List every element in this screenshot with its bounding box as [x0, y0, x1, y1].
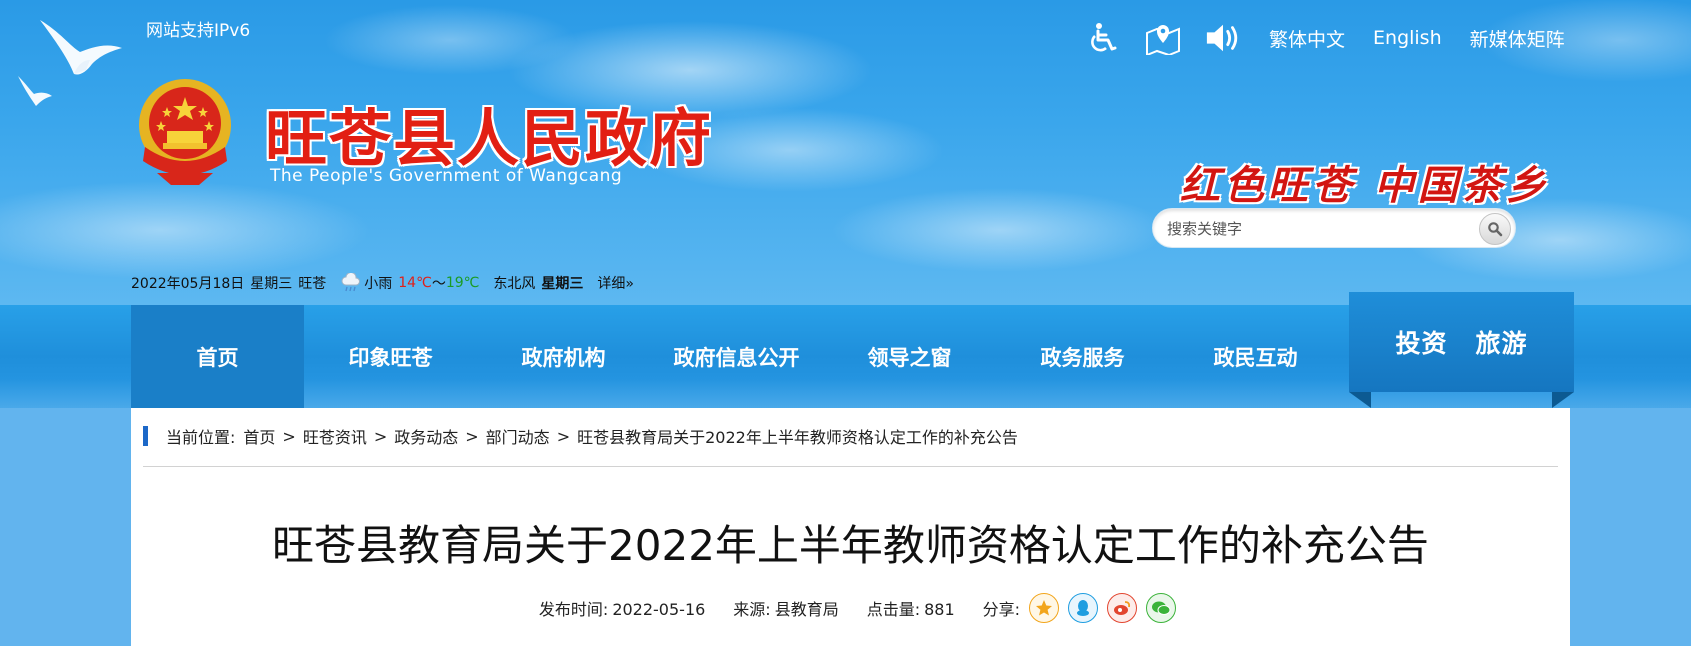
new-media-matrix-link[interactable]: 新媒体矩阵 [1470, 25, 1565, 52]
temp-range-sep: ～ [431, 276, 446, 292]
tourism-link[interactable]: 旅游 [1476, 324, 1528, 360]
publish-label: 发布时间: [538, 600, 609, 619]
search-icon [1488, 222, 1503, 237]
breadcrumb-home[interactable]: 首页 [243, 424, 275, 448]
breadcrumb: 当前位置: 首页 > 旺苍资讯 > 政务动态 > 部门动态 > 旺苍县教育局关于… [143, 425, 1018, 447]
national-emblem-logo [139, 79, 231, 185]
weibo-icon[interactable] [1107, 593, 1138, 623]
dove-image [40, 20, 122, 75]
date-text: 2022年05月18日 [131, 276, 245, 292]
breadcrumb-marker [143, 426, 148, 446]
search-input[interactable] [1167, 215, 1467, 243]
divider [143, 466, 1558, 467]
nav-item-info-disclosure[interactable]: 政府信息公开 [650, 305, 823, 408]
wind-text: 东北风 [493, 276, 536, 292]
breadcrumb-current[interactable]: 旺苍县教育局关于2022年上半年教师资格认定工作的补充公告 [577, 424, 1018, 448]
breadcrumb-news[interactable]: 旺苍资讯 [303, 424, 367, 448]
speaker-icon[interactable] [1205, 20, 1241, 56]
ribbon-fold-left [1349, 392, 1371, 408]
breadcrumb-separator: > [556, 426, 571, 446]
content-panel: 当前位置: 首页 > 旺苍资讯 > 政务动态 > 部门动态 > 旺苍县教育局关于… [131, 408, 1570, 646]
nav-item-home[interactable]: 首页 [131, 305, 304, 408]
weekday-text: 星期三 [250, 276, 293, 292]
weather-bar: 2022年05月18日 星期三 旺苍 小雨 14℃ ～ 19℃ 东北风 星期三 … [131, 273, 640, 293]
article-meta: 发布时间: 2022-05-16 来源: 县教育局 点击量: 881 分享: [131, 593, 1570, 623]
article-title: 旺苍县教育局关于2022年上半年教师资格认定工作的补充公告 [272, 521, 1429, 570]
qq-icon[interactable] [1068, 593, 1099, 623]
nav-item-impression[interactable]: 印象旺苍 [304, 305, 477, 408]
traditional-chinese-link[interactable]: 繁体中文 [1269, 25, 1345, 52]
qzone-star-icon[interactable] [1029, 593, 1060, 623]
nav-item-interaction[interactable]: 政民互动 [1169, 305, 1342, 408]
top-links: 繁体中文 English 新媒体矩阵 [1085, 18, 1589, 58]
publish-date: 2022-05-16 [612, 600, 706, 619]
source-label: 来源: [733, 600, 771, 619]
nav-item-services[interactable]: 政务服务 [996, 305, 1169, 408]
main-nav: 首页 印象旺苍 政府机构 政府信息公开 领导之窗 政务服务 政民互动 [131, 305, 1342, 408]
ipv6-notice: 网站支持IPv6 [146, 21, 251, 41]
wechat-icon[interactable] [1146, 593, 1177, 623]
search-button[interactable] [1479, 213, 1511, 245]
site-title: 旺苍县人民政府 [265, 102, 714, 175]
investment-link[interactable]: 投资 [1395, 324, 1447, 360]
weather-detail-link[interactable]: 详细» [597, 273, 634, 293]
nav-item-leaders[interactable]: 领导之窗 [823, 305, 996, 408]
breadcrumb-separator: > [465, 426, 479, 446]
search-box [1152, 208, 1516, 248]
temp-low: 14℃ [398, 275, 432, 291]
map-location-icon[interactable] [1145, 20, 1181, 56]
accessibility-icon[interactable] [1085, 20, 1121, 56]
share-label: 分享: [982, 600, 1021, 619]
views-label: 点击量: [866, 600, 921, 619]
dove-small-image [18, 76, 52, 106]
feature-box: 投资 旅游 [1349, 292, 1574, 392]
site-subtitle: The People's Government of Wangcang [270, 166, 623, 186]
city-text: 旺苍 [298, 276, 327, 292]
views-count: 881 [924, 600, 955, 619]
breadcrumb-separator: > [282, 426, 296, 446]
rain-cloud-icon [341, 273, 361, 292]
weekday-bold: 星期三 [541, 276, 584, 292]
share-bar: 分享: [982, 593, 1177, 623]
nav-item-gov-agencies[interactable]: 政府机构 [477, 305, 650, 408]
weather-condition: 小雨 [364, 276, 393, 292]
breadcrumb-separator: > [373, 426, 388, 446]
source-value: 县教育局 [774, 600, 839, 619]
temp-high: 19℃ [445, 275, 480, 291]
english-link[interactable]: English [1373, 27, 1442, 49]
breadcrumb-prefix: 当前位置: [166, 428, 236, 447]
slogan: 红色旺苍 中国茶乡 [1180, 162, 1550, 209]
breadcrumb-gov-affairs[interactable]: 政务动态 [394, 424, 458, 448]
ribbon-fold-right [1552, 392, 1574, 408]
breadcrumb-dept-news[interactable]: 部门动态 [486, 424, 550, 448]
